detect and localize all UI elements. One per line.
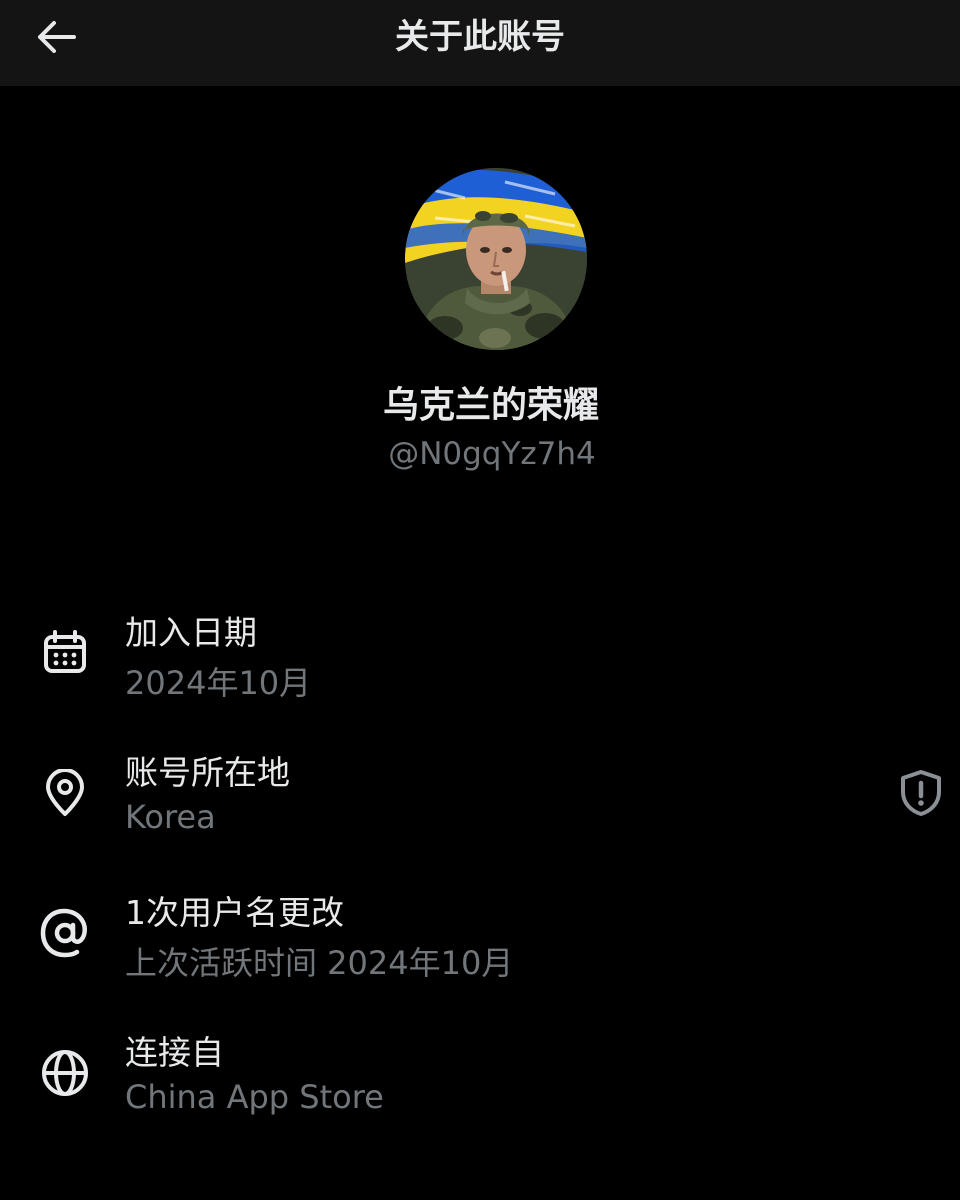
globe-icon: [38, 1046, 92, 1100]
username-handle: @N0gqYz7h4: [388, 436, 596, 472]
detail-row-account-location: 账号所在地 Korea: [0, 742, 960, 852]
arrow-left-icon: [38, 21, 76, 53]
detail-value: 2024年10月: [125, 664, 312, 702]
top-bar: 关于此账号: [0, 0, 960, 86]
detail-row-join-date: 加入日期 2024年10月: [0, 602, 960, 712]
avatar-image: [405, 168, 587, 350]
detail-title: 账号所在地: [125, 753, 290, 792]
detail-row-connected-via: 连接自 China App Store: [0, 1022, 960, 1132]
back-button[interactable]: [28, 12, 84, 62]
page-title: 关于此账号: [395, 17, 565, 57]
detail-title: 1次用户名更改: [125, 893, 344, 932]
detail-value: Korea: [125, 798, 216, 836]
detail-row-username-changes: 1次用户名更改 上次活跃时间 2024年10月: [0, 882, 960, 992]
location-pin-icon: [38, 766, 92, 820]
detail-title: 连接自: [125, 1033, 224, 1072]
calendar-icon: [38, 626, 92, 680]
at-sign-icon: [38, 906, 92, 960]
detail-value: 上次活跃时间 2024年10月: [125, 944, 514, 982]
display-name: 乌克兰的荣耀: [382, 385, 599, 426]
shield-exclamation-icon[interactable]: [896, 768, 946, 818]
detail-value: China App Store: [125, 1078, 384, 1116]
detail-title: 加入日期: [125, 613, 257, 652]
avatar[interactable]: [405, 168, 587, 350]
